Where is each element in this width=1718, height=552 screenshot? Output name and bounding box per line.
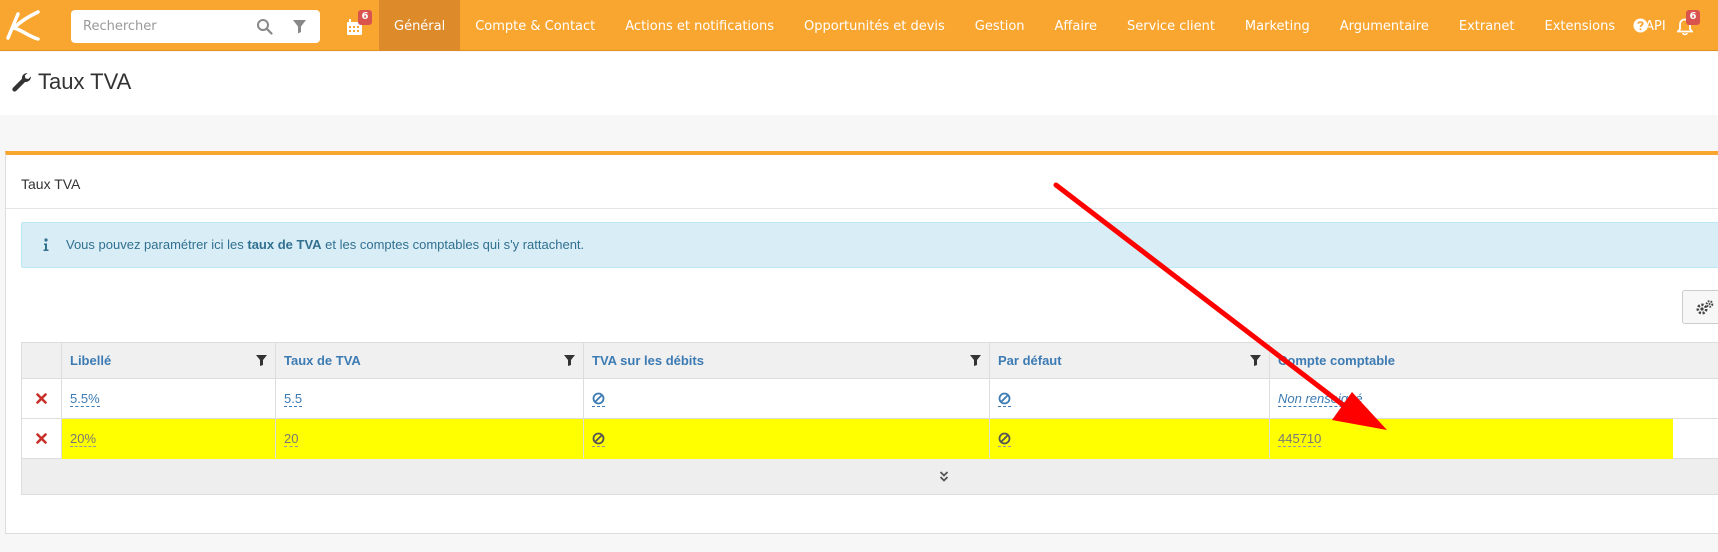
filter-icon[interactable] — [564, 355, 575, 366]
column-header-libelle[interactable]: Libellé — [61, 343, 275, 379]
delete-icon[interactable] — [36, 433, 47, 444]
column-header-defaut-label: Par défaut — [998, 353, 1062, 368]
cell-libelle-value: 5.5% — [70, 391, 100, 407]
cell-taux[interactable]: 5.5 — [275, 379, 583, 418]
search-icon[interactable] — [256, 18, 273, 35]
column-header-debits-label: TVA sur les débits — [592, 353, 704, 368]
page-header: Taux TVA — [0, 52, 1718, 115]
cell-libelle[interactable]: 5.5% — [61, 379, 275, 418]
table-row: 20% 20 445710 — [21, 419, 1718, 459]
ban-icon — [998, 432, 1011, 445]
menu-item-argumentaire[interactable]: Argumentaire — [1325, 0, 1444, 51]
menu-item-marketing[interactable]: Marketing — [1230, 0, 1325, 51]
panel-divider — [6, 208, 1718, 209]
table-row: 5.5% 5.5 Non renseigné — [21, 379, 1718, 419]
calendar-badge: 6 — [358, 10, 372, 25]
vat-panel: Taux TVA Vous pouvez paramétrer ici les … — [5, 151, 1718, 534]
chevron-double-down-icon[interactable] — [939, 471, 949, 482]
menu-item-actions-notifications[interactable]: Actions et notifications — [610, 0, 789, 51]
column-header-taux-label: Taux de TVA — [284, 353, 361, 368]
info-alert: Vous pouvez paramétrer ici les taux de T… — [21, 222, 1718, 268]
table-header: Libellé Taux de TVA TVA sur les débits P… — [21, 342, 1718, 379]
ban-icon — [592, 432, 605, 445]
cell-compte[interactable]: 445710 — [1269, 419, 1718, 458]
app-logo[interactable] — [4, 8, 44, 44]
info-icon — [43, 238, 49, 251]
table-footer — [21, 459, 1718, 495]
cell-defaut[interactable] — [989, 419, 1269, 458]
alert-text-emphasis: taux de TVA — [247, 237, 322, 252]
menu-item-affaire[interactable]: Affaire — [1040, 0, 1113, 51]
page-title-text: Taux TVA — [38, 69, 132, 94]
alert-text-intro: Vous pouvez paramétrer ici les — [66, 237, 248, 252]
cell-debits[interactable] — [583, 419, 989, 458]
menu-item-opportunites-devis[interactable]: Opportunités et devis — [789, 0, 960, 51]
ban-icon — [998, 392, 1011, 405]
menu-item-gestion[interactable]: Gestion — [960, 0, 1040, 51]
cell-compte-value: Non renseigné — [1278, 391, 1363, 407]
delete-icon[interactable] — [36, 393, 47, 404]
page-title: Taux TVA — [11, 69, 131, 95]
top-navbar: 6 Général Compte & Contact Actions et no… — [0, 0, 1718, 51]
menu-item-service-client[interactable]: Service client — [1112, 0, 1230, 51]
main-menu: Général Compte & Contact Actions et noti… — [379, 0, 1681, 51]
column-settings-button[interactable] — [1682, 290, 1718, 324]
help-icon[interactable] — [1633, 18, 1648, 33]
ban-icon — [592, 392, 605, 405]
cell-taux-value: 20 — [284, 431, 299, 447]
alert-text-outro: et les comptes comptables qui s'y rattac… — [321, 237, 585, 252]
search-input[interactable] — [71, 10, 241, 43]
cell-defaut[interactable] — [989, 379, 1269, 418]
filter-icon[interactable] — [1250, 355, 1261, 366]
menu-item-extensions[interactable]: Extensions — [1530, 0, 1631, 51]
column-header-compte-label: Compte comptable — [1278, 353, 1396, 368]
notifications-badge: 6 — [1686, 10, 1700, 25]
cell-libelle-value: 20% — [70, 431, 97, 447]
cell-debits[interactable] — [583, 379, 989, 418]
cell-taux[interactable]: 20 — [275, 419, 583, 458]
menu-item-compte-contact[interactable]: Compte & Contact — [460, 0, 610, 51]
menu-item-general[interactable]: Général — [379, 0, 461, 51]
search-box — [71, 10, 320, 43]
panel-title: Taux TVA — [21, 176, 81, 192]
column-header-compte[interactable]: Compte comptable — [1269, 343, 1718, 379]
alert-text: Vous pouvez paramétrer ici les taux de T… — [66, 237, 584, 252]
cell-compte[interactable]: Non renseigné — [1269, 379, 1718, 418]
cell-compte-value: 445710 — [1278, 431, 1322, 447]
wrench-icon — [12, 73, 31, 92]
column-header-libelle-label: Libellé — [70, 353, 112, 368]
gears-icon — [1696, 300, 1714, 315]
filter-icon[interactable] — [292, 19, 307, 34]
menu-item-extranet[interactable]: Extranet — [1444, 0, 1530, 51]
cell-libelle[interactable]: 20% — [61, 419, 275, 458]
filter-icon[interactable] — [970, 355, 981, 366]
cell-taux-value: 5.5 — [284, 391, 303, 407]
column-header-debits[interactable]: TVA sur les débits — [583, 343, 989, 379]
filter-icon[interactable] — [256, 355, 267, 366]
column-header-defaut[interactable]: Par défaut — [989, 343, 1269, 379]
notifications-button[interactable]: 6 — [1677, 10, 1700, 36]
calendar-button[interactable]: 6 — [346, 10, 372, 38]
column-header-taux[interactable]: Taux de TVA — [275, 343, 583, 379]
